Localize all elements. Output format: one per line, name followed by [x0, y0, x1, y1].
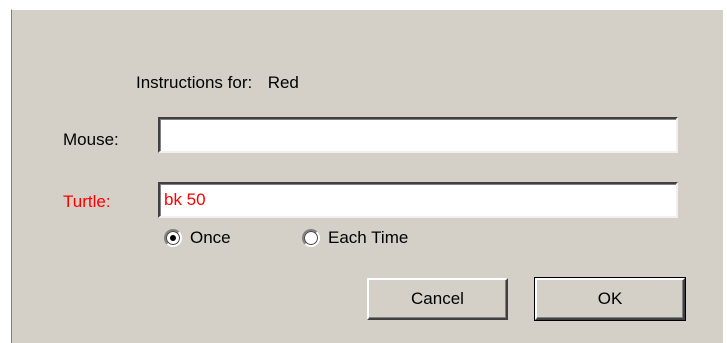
instructions-dialog: Instructions for: Red Mouse: Turtle: bk …: [11, 9, 724, 343]
radio-once-label: Once: [190, 228, 231, 247]
radio-selected-dot: [170, 235, 176, 241]
instructions-prefix: Instructions for:: [136, 73, 253, 92]
instructions-target: Red: [267, 73, 299, 92]
cancel-button[interactable]: Cancel: [367, 278, 508, 320]
radio-each-time[interactable]: Each Time: [302, 228, 408, 248]
instructions-header: Instructions for: Red: [136, 73, 299, 93]
radio-once[interactable]: Once: [164, 228, 231, 248]
turtle-label: Turtle:: [63, 192, 111, 211]
turtle-input[interactable]: bk 50: [158, 182, 678, 218]
mouse-input[interactable]: [158, 117, 678, 153]
radio-once-button[interactable]: [164, 229, 182, 247]
ok-button[interactable]: OK: [534, 277, 686, 321]
mouse-label: Mouse:: [63, 130, 119, 149]
radio-each-time-button[interactable]: [302, 229, 320, 247]
radio-each-time-label: Each Time: [328, 228, 409, 247]
